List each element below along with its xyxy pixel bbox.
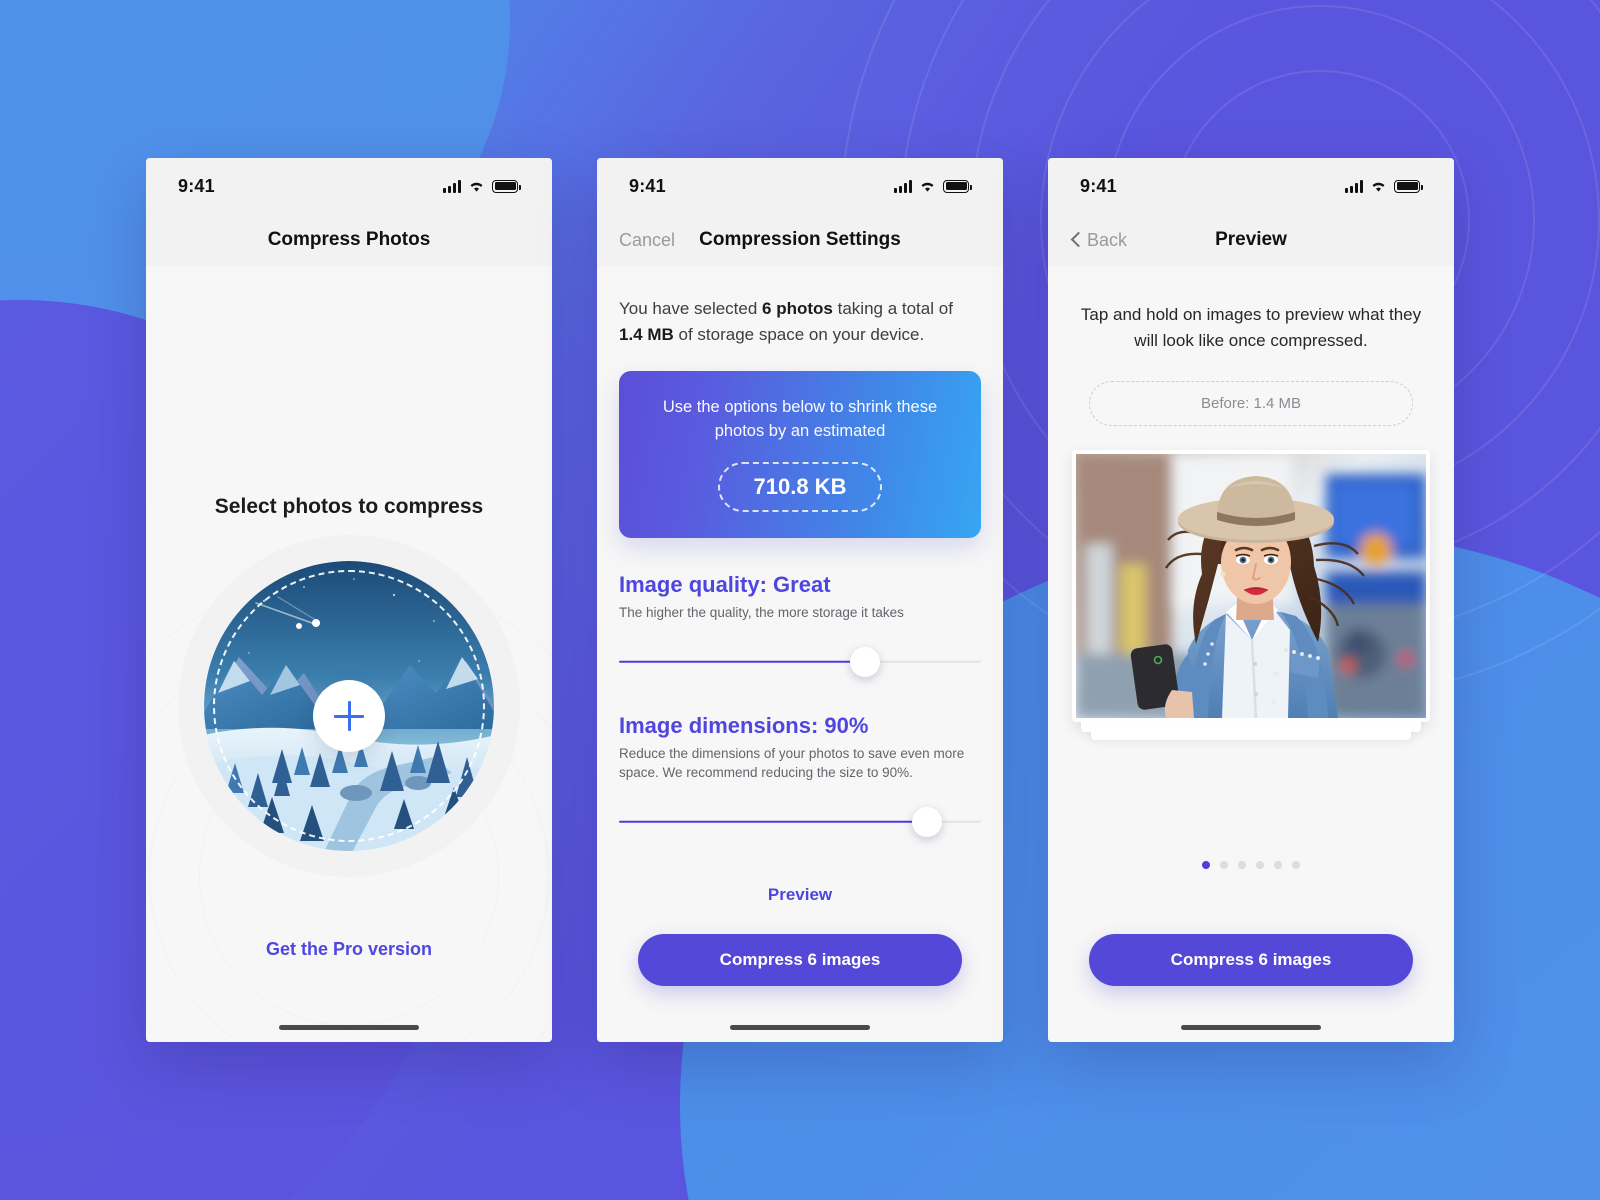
add-photos-button[interactable] [313, 680, 385, 752]
wifi-icon [1372, 182, 1385, 192]
image-quality-description: The higher the quality, the more storage… [619, 605, 904, 621]
nav-bar: Cancel Compression Settings [597, 214, 1003, 266]
compress-images-button[interactable]: Compress 6 images [1089, 934, 1413, 986]
estimate-description: Use the options below to shrink these ph… [662, 397, 938, 441]
plus-icon [334, 701, 364, 731]
cellular-bars-icon [1345, 179, 1363, 193]
slider-fill [619, 820, 927, 824]
battery-icon [1394, 179, 1423, 193]
get-pro-version-link[interactable]: Get the Pro version [146, 939, 552, 960]
photo-stack-layer-2 [1091, 726, 1411, 740]
back-button[interactable]: Back [1070, 230, 1127, 251]
preview-photo-card[interactable] [1072, 450, 1430, 740]
pagination-dot-3[interactable] [1238, 861, 1246, 869]
image-quality-label-text: Image quality: [619, 572, 774, 598]
status-time: 9:41 [629, 175, 666, 196]
wifi-icon [470, 182, 483, 192]
summary-part2: taking a total of [832, 299, 953, 318]
slider-knob[interactable] [850, 646, 881, 677]
estimated-savings-card: Use the options below to shrink these ph… [619, 370, 981, 539]
nav-bar: Compress Photos [146, 214, 552, 266]
slider-knob[interactable] [911, 806, 942, 837]
wifi-icon [921, 182, 934, 192]
image-quality-label: Image quality: Great [619, 572, 981, 598]
estimated-size-badge: 710.8 KB [717, 462, 883, 513]
cellular-bars-icon [894, 179, 912, 193]
option-image-quality: Image quality: Great The higher the qual… [619, 572, 981, 679]
screen-1-body: Select photos to compress Get the Pro ve… [146, 266, 552, 1042]
pagination-dot-2[interactable] [1220, 861, 1228, 869]
status-time: 9:41 [178, 175, 215, 196]
photo-pagination[interactable] [1048, 861, 1454, 869]
back-label: Back [1087, 229, 1128, 250]
page-title: Compress Photos [267, 229, 431, 250]
home-indicator [279, 1025, 419, 1030]
option-image-dimensions: Image dimensions: 90% Reduce the dimensi… [619, 713, 981, 839]
nav-bar: Back Preview [1048, 214, 1454, 266]
summary-part3: of storage space on your device. [673, 325, 925, 345]
phone-screen-select-photos: 9:41 Compress Photos Select photos to co… [146, 158, 552, 1042]
preview-hint: Tap and hold on images to preview what t… [1080, 305, 1422, 350]
battery-icon [492, 179, 521, 193]
cancel-label: Cancel [619, 229, 676, 250]
status-time: 9:41 [1080, 175, 1117, 196]
cancel-button[interactable]: Cancel [619, 230, 675, 251]
headline: Select photos to compress [214, 495, 484, 518]
pagination-dot-6[interactable] [1292, 861, 1300, 869]
image-dimensions-label-text: Image dimensions: [619, 712, 825, 738]
summary-photo-count: 6 photos [762, 299, 833, 318]
status-bar: 9:41 [1048, 158, 1454, 214]
phone-screen-compression-settings: 9:41 Cancel Compression Settings You hav… [597, 158, 1003, 1042]
home-indicator [1181, 1025, 1321, 1030]
selection-summary: You have selected 6 photos taking a tota… [619, 296, 981, 349]
status-bar: 9:41 [146, 158, 552, 214]
preview-photo[interactable] [1076, 454, 1426, 718]
image-quality-value: Great [773, 572, 831, 598]
pagination-dot-4[interactable] [1256, 861, 1264, 869]
image-quality-slider[interactable] [619, 645, 981, 679]
before-size-badge: Before: 1.4 MB [1089, 381, 1413, 426]
battery-icon [943, 179, 972, 193]
image-dimensions-value: 90% [824, 712, 869, 738]
summary-total-size: 1.4 MB [619, 325, 674, 345]
status-bar: 9:41 [597, 158, 1003, 214]
pagination-dot-5[interactable] [1274, 861, 1282, 869]
image-dimensions-slider[interactable] [619, 805, 981, 839]
pagination-dot-1[interactable] [1202, 861, 1210, 869]
preview-link[interactable]: Preview [597, 885, 1003, 905]
cellular-bars-icon [443, 179, 461, 193]
compress-images-button[interactable]: Compress 6 images [638, 934, 962, 986]
slider-fill [619, 660, 866, 663]
chevron-left-icon [1070, 234, 1082, 246]
screen-3-body: Tap and hold on images to preview what t… [1048, 266, 1454, 1042]
summary-part1: You have selected [619, 299, 763, 318]
phone-screen-preview: 9:41 Back Preview Tap and hold on images… [1048, 158, 1454, 1042]
image-dimensions-label: Image dimensions: 90% [619, 713, 981, 739]
screen-2-body: You have selected 6 photos taking a tota… [597, 266, 1003, 1042]
home-indicator [730, 1025, 870, 1030]
image-dimensions-description: Reduce the dimensions of your photos to … [619, 745, 965, 781]
